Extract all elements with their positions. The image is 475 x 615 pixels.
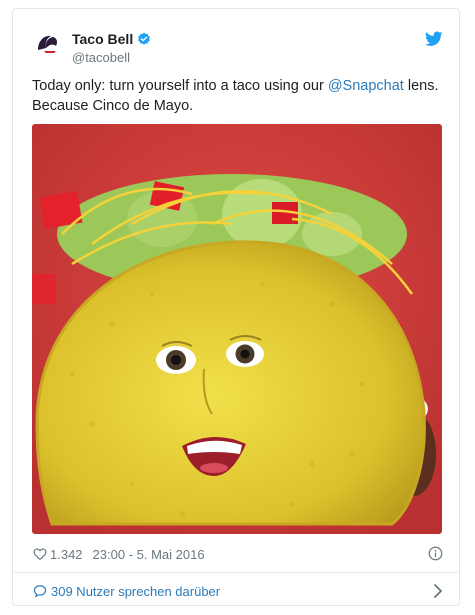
speech-bubble-icon	[33, 585, 47, 598]
chevron-right-icon[interactable]	[433, 584, 443, 598]
conversation-link[interactable]: 309 Nutzer sprechen darüber	[33, 577, 443, 605]
taco-bell-logo-icon	[38, 35, 57, 53]
tweet-media-image[interactable]	[32, 124, 442, 534]
account-name[interactable]: Taco Bell	[72, 31, 133, 47]
tweet-text-before: Today only: turn yourself into a taco us…	[32, 78, 328, 94]
avatar[interactable]	[33, 29, 63, 59]
tweet-card: Taco Bell @tacobell Today only: turn you…	[12, 8, 460, 606]
twitter-bird-icon[interactable]	[425, 31, 443, 47]
tweet-meta: 1.342 23:00 - 5. Mai 2016	[33, 544, 443, 564]
conversation-label[interactable]: 309 Nutzer sprechen darüber	[51, 584, 220, 599]
tweet-timestamp[interactable]: 23:00 - 5. Mai 2016	[93, 547, 205, 562]
divider	[13, 572, 459, 573]
tweet-header: Taco Bell @tacobell	[33, 29, 443, 73]
info-icon[interactable]	[428, 546, 443, 561]
like-count[interactable]: 1.342	[50, 547, 83, 562]
mention-link[interactable]: @Snapchat	[328, 78, 404, 94]
taco-face-illustration	[32, 124, 442, 534]
account-handle[interactable]: @tacobell	[72, 50, 130, 65]
verified-icon	[138, 32, 151, 45]
heart-icon[interactable]	[33, 547, 47, 561]
tweet-text: Today only: turn yourself into a taco us…	[32, 76, 442, 116]
account-name-row[interactable]: Taco Bell	[72, 31, 151, 47]
